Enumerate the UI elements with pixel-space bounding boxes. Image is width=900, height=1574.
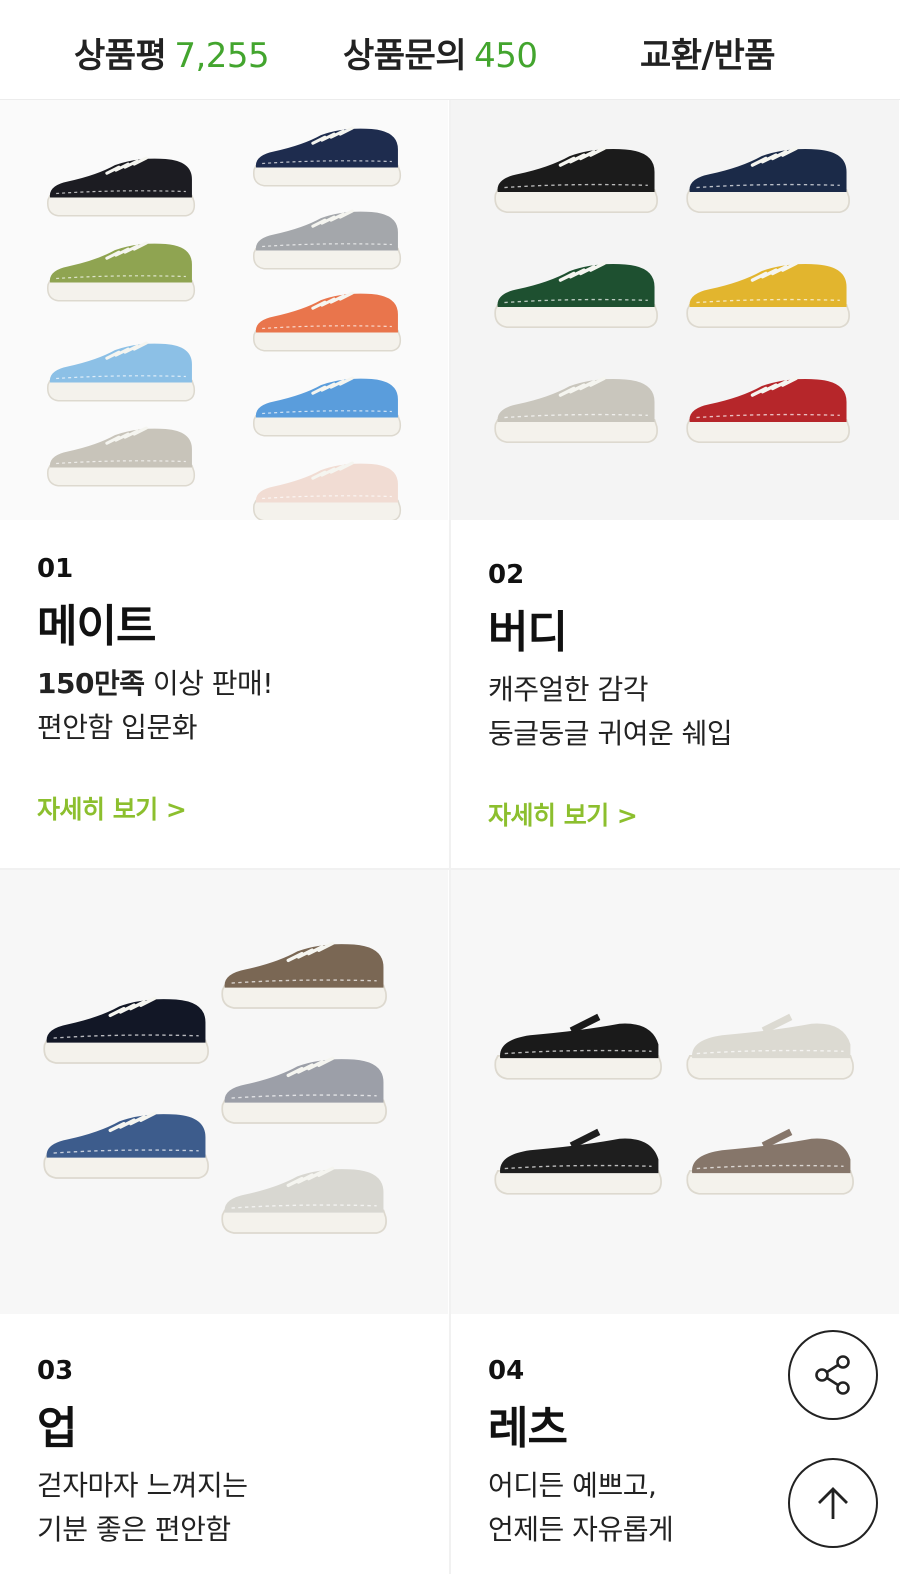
share-button[interactable] — [788, 1330, 878, 1420]
shoes-illustration-up — [43, 941, 387, 1234]
shoes-illustration-lets — [494, 1013, 854, 1195]
shoe-icon — [494, 1013, 662, 1080]
product-card-mate[interactable]: 01 메이트 150만족 이상 판매! 편안함 입문화 자세히 보기 > — [0, 100, 448, 868]
shoe-icon — [253, 376, 402, 437]
more-link-buddy[interactable]: 자세히 보기 > — [488, 796, 638, 832]
desc-line2: 기분 좋은 편안함 — [37, 1513, 231, 1546]
product-number: 03 — [37, 1356, 74, 1386]
scroll-top-button[interactable] — [788, 1458, 878, 1548]
product-card-buddy[interactable]: 02 버디 캐주얼한 감각 둥글둥글 귀여운 쉐입 자세히 보기 > — [451, 100, 899, 868]
desc-line1: 캐주얼한 감각 — [488, 673, 648, 706]
product-image-lets[interactable] — [451, 870, 899, 1314]
shoe-icon — [47, 156, 196, 217]
tab-review[interactable]: 상품평 7,255 — [74, 28, 270, 77]
shoe-icon — [686, 146, 850, 214]
shoe-icon — [494, 146, 658, 214]
shoe-icon — [47, 241, 196, 302]
tab-qna-label: 상품문의 — [343, 36, 467, 76]
shoes-illustration-mate — [47, 126, 402, 520]
tab-review-label: 상품평 — [74, 36, 167, 76]
product-name: 레츠 — [488, 1403, 568, 1454]
shoe-icon — [253, 291, 402, 352]
product-name: 버디 — [488, 607, 568, 658]
product-image-buddy[interactable] — [451, 100, 899, 520]
desc-line1: 어디든 예쁘고, — [488, 1469, 657, 1502]
product-description: 캐주얼한 감각 둥글둥글 귀여운 쉐입 — [488, 668, 733, 756]
product-description: 150만족 이상 판매! 편안함 입문화 — [37, 662, 274, 750]
desc-highlight: 150만족 — [37, 667, 145, 700]
product-card-up[interactable]: 03 업 걷자마자 느껴지는 기분 좋은 편안함 — [0, 870, 448, 1574]
desc-line2: 언제든 자유롭게 — [488, 1513, 674, 1546]
desc-line2: 편안함 입문화 — [37, 711, 197, 744]
shoe-icon — [43, 1111, 209, 1179]
desc-line2: 둥글둥글 귀여운 쉐입 — [488, 717, 733, 750]
desc-line1: 걷자마자 느껴지는 — [37, 1469, 248, 1502]
desc-line1: 이상 판매! — [144, 667, 274, 700]
shoe-icon — [686, 1128, 854, 1195]
tab-exchange[interactable]: 교환/반품 — [640, 28, 776, 77]
shoe-icon — [686, 376, 850, 444]
shoe-icon — [43, 996, 209, 1064]
tab-bar: 상품평 7,255 상품문의 450 교환/반품 — [0, 0, 900, 100]
shoe-icon — [686, 1013, 854, 1080]
product-image-mate[interactable] — [0, 100, 448, 520]
product-description: 걷자마자 느껴지는 기분 좋은 편안함 — [37, 1464, 248, 1552]
product-image-up[interactable] — [0, 870, 448, 1314]
qna-count: 450 — [474, 36, 538, 76]
tab-qna[interactable]: 상품문의 450 — [343, 28, 538, 77]
shoe-icon — [47, 341, 196, 402]
product-number: 04 — [488, 1356, 525, 1386]
shoes-illustration-buddy — [494, 146, 850, 444]
shoe-icon — [686, 261, 850, 329]
tab-exchange-label: 교환/반품 — [640, 36, 776, 76]
shoe-icon — [494, 261, 658, 329]
shoe-icon — [221, 1056, 387, 1124]
shoe-icon — [253, 126, 402, 187]
product-number: 02 — [488, 560, 525, 590]
product-name: 업 — [37, 1403, 77, 1454]
review-count: 7,255 — [174, 36, 270, 76]
more-link-mate[interactable]: 자세히 보기 > — [37, 790, 187, 826]
shoe-icon — [221, 1166, 387, 1234]
share-icon — [815, 1355, 850, 1395]
shoe-icon — [494, 376, 658, 444]
shoe-icon — [494, 1128, 662, 1195]
shoe-icon — [253, 209, 402, 270]
product-name: 메이트 — [37, 601, 156, 652]
grid-divider-vertical — [449, 100, 451, 1574]
product-description: 어디든 예쁘고, 언제든 자유롭게 — [488, 1464, 674, 1552]
product-number: 01 — [37, 554, 74, 584]
shoe-icon — [221, 941, 387, 1009]
arrow-up-icon — [818, 1487, 848, 1519]
shoe-icon — [253, 461, 402, 520]
shoe-icon — [47, 426, 196, 487]
grid-divider-horizontal — [0, 868, 900, 870]
